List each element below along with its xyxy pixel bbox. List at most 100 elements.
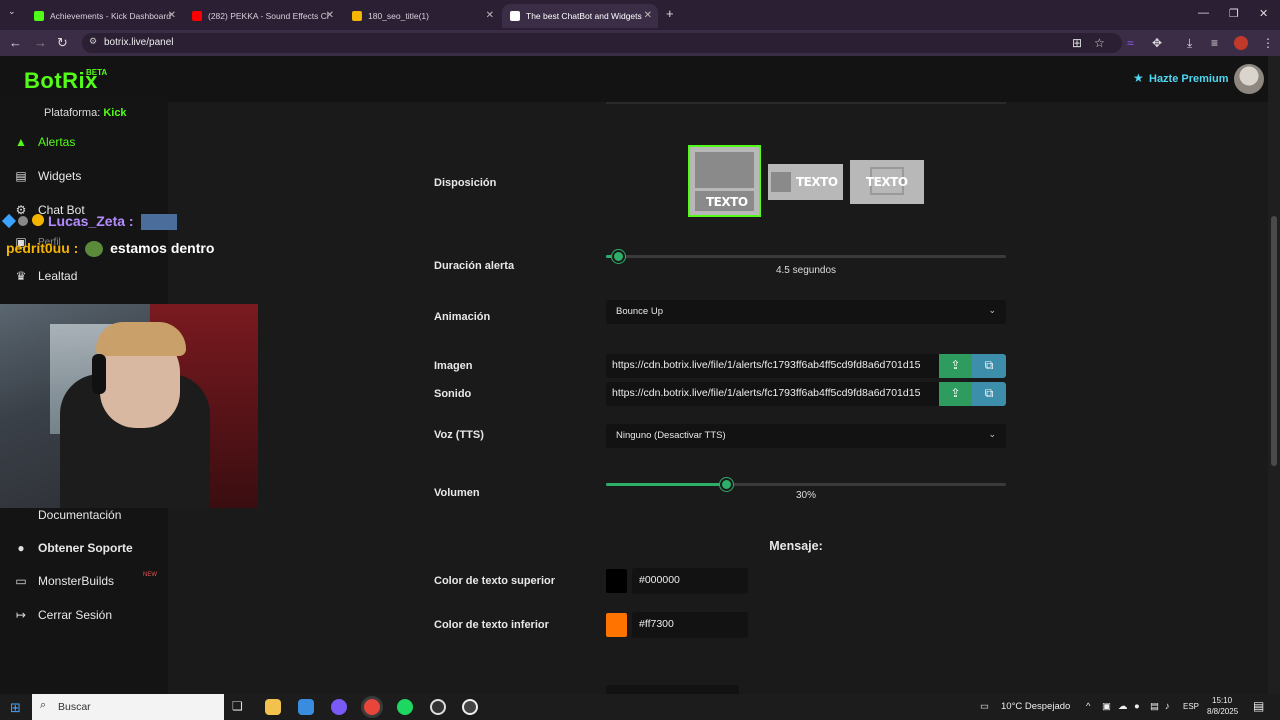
new-tab-button[interactable]: +: [666, 6, 674, 21]
duracion-label: Duración alerta: [434, 260, 515, 272]
user-avatar[interactable]: [1234, 64, 1264, 94]
obs-icon[interactable]: [430, 699, 446, 715]
discord-icon[interactable]: [331, 699, 347, 715]
gallery-icon: ⧉: [984, 386, 994, 400]
platform-value: Kick: [103, 107, 127, 119]
forward-arrow-icon[interactable]: →: [34, 35, 47, 50]
sidebar-item-label: Cerrar Sesión: [38, 608, 113, 622]
url-text: botrix.live/panel: [104, 37, 174, 48]
sonido-gallery-button[interactable]: ⧉: [972, 382, 1006, 406]
language-indicator[interactable]: ESP: [1183, 702, 1199, 711]
youtube-favicon-icon: [192, 11, 202, 21]
weather-text[interactable]: 10°C Despejado: [1001, 701, 1070, 712]
sidebar-item-alertas[interactable]: ▲ Alertas: [14, 135, 75, 149]
restore-button[interactable]: ❐: [1229, 7, 1239, 20]
chat-message: pedrit0uu : estamos dentro: [6, 240, 215, 258]
translate-icon[interactable]: ⊞: [1072, 36, 1082, 50]
tab-close-icon[interactable]: ✕: [326, 10, 334, 21]
spotify-icon[interactable]: [397, 699, 413, 715]
tab-close-icon[interactable]: ✕: [168, 10, 176, 21]
layout-option-overlay[interactable]: TEXTO: [850, 160, 924, 204]
page-scrollbar[interactable]: [1268, 56, 1280, 694]
imagen-url-input[interactable]: https://cdn.botrix.live/file/1/alerts/fc…: [606, 354, 939, 378]
menu-dots-icon[interactable]: ⋮: [1262, 36, 1274, 50]
chrome-icon[interactable]: [364, 699, 380, 715]
slider-fill: [606, 483, 726, 486]
back-arrow-icon[interactable]: ←: [9, 35, 22, 50]
color-superior-input[interactable]: #000000: [632, 568, 748, 594]
volumen-value: 30%: [795, 490, 816, 501]
animacion-select[interactable]: Bounce Up ⌄: [606, 300, 1006, 324]
notification-icon[interactable]: ▤: [1253, 699, 1264, 713]
extension-icon[interactable]: ≈: [1127, 36, 1134, 50]
sidebar-item-label: MonsterBuilds: [38, 574, 115, 588]
tray-cloud-icon[interactable]: ☁: [1118, 701, 1128, 712]
sidebar-item-cerrar-sesion[interactable]: ↦ Cerrar Sesión: [14, 608, 112, 622]
botrix-panel-page: BotRix BETA ★ Hazte Premium Plataforma: …: [0, 56, 1280, 694]
volume-icon[interactable]: ♪: [1165, 701, 1170, 712]
voz-select[interactable]: Ninguno (Desactivar TTS) ⌄: [606, 424, 1006, 448]
sidebar-item-label: Documentación: [38, 508, 122, 522]
tab-close-icon[interactable]: ✕: [644, 10, 652, 21]
windows-start-icon[interactable]: ⊞: [10, 700, 21, 716]
chat-message: Lucas_Zeta :: [1, 213, 178, 231]
tab-close-icon[interactable]: ✕: [486, 10, 494, 21]
scrollbar-thumb[interactable]: [1271, 216, 1277, 466]
sidebar-item-monsterbuilds[interactable]: ▭ MonsterBuilds: [14, 574, 114, 588]
sidebar-item-lealtad[interactable]: ♛ Lealtad: [14, 269, 78, 283]
duracion-slider[interactable]: [606, 250, 1006, 263]
imagen-gallery-button[interactable]: ⧉: [972, 354, 1006, 378]
browser-tab[interactable]: Achievements - Kick Dashboard ✕: [26, 4, 182, 28]
browser-tab[interactable]: (282) PEKKA - Sound Effects Cl ✕: [184, 4, 340, 28]
tray-app-icon[interactable]: ▣: [1102, 701, 1111, 712]
imagen-upload-button[interactable]: ⇪: [939, 354, 972, 378]
tab-list-chevron-icon[interactable]: ⌄: [8, 6, 16, 17]
image-placeholder-icon: [695, 152, 754, 188]
layout-option-side[interactable]: TEXTO: [768, 164, 843, 200]
browser-tab[interactable]: 180_seo_title(1) ✕: [344, 4, 500, 28]
media-player-icon[interactable]: [462, 699, 478, 715]
webcam-overlay: [0, 304, 258, 508]
file-explorer-icon[interactable]: [265, 699, 281, 715]
browser-tab-bar: ⌄ Achievements - Kick Dashboard ✕ (282) …: [0, 0, 1280, 30]
voz-label: Voz (TTS): [434, 429, 484, 441]
clock-time[interactable]: 15:10: [1212, 696, 1232, 705]
reload-icon[interactable]: ↻: [57, 35, 68, 51]
extensions-puzzle-icon[interactable]: ✥: [1152, 36, 1162, 50]
site-info-icon[interactable]: ⚙: [89, 36, 97, 47]
minimize-button[interactable]: —: [1198, 7, 1209, 19]
layout-option-stacked[interactable]: TEXTO: [688, 145, 761, 217]
tab-title: 180_seo_title(1): [368, 11, 429, 21]
sidebar-item-label: Widgets: [38, 169, 82, 183]
download-icon[interactable]: ⤓: [1187, 36, 1192, 51]
slider-knob[interactable]: [612, 250, 625, 263]
store-icon[interactable]: [298, 699, 314, 715]
close-window-button[interactable]: ✕: [1259, 7, 1268, 20]
sonido-url-input[interactable]: https://cdn.botrix.live/file/1/alerts/fc…: [606, 382, 939, 406]
color-superior-swatch[interactable]: [606, 569, 627, 593]
bookmark-star-icon[interactable]: ☆: [1094, 36, 1105, 50]
clock-date[interactable]: 8/8/2025: [1207, 707, 1238, 716]
windows-taskbar: ⊞ ⌕ Buscar ❏ ▭ 10°C Despejado ^ ▣ ☁ ● ▤ …: [0, 694, 1280, 720]
tray-chevron-icon[interactable]: ^: [1086, 701, 1090, 712]
profile-avatar-icon[interactable]: [1234, 36, 1248, 50]
emote-icon: [85, 241, 104, 258]
task-view-icon[interactable]: ❏: [232, 699, 248, 715]
weather-icon[interactable]: ▭: [980, 701, 989, 712]
network-icon[interactable]: ▤: [1150, 701, 1159, 712]
color-inferior-swatch[interactable]: [606, 613, 627, 637]
hazte-premium-link[interactable]: Hazte Premium: [1149, 73, 1228, 85]
reading-list-icon[interactable]: ≡: [1211, 36, 1218, 50]
sidebar-item-soporte[interactable]: ● Obtener Soporte: [14, 541, 132, 555]
taskbar-search[interactable]: ⌕ Buscar: [32, 694, 224, 720]
sonido-upload-button[interactable]: ⇪: [939, 382, 972, 406]
address-bar[interactable]: ⚙ botrix.live/panel: [82, 33, 1122, 53]
sidebar-item-widgets[interactable]: ▤ Widgets: [14, 169, 81, 183]
volumen-slider[interactable]: [606, 478, 1006, 491]
previous-field-edge: [606, 102, 1006, 104]
browser-tab-active[interactable]: The best ChatBot and Widgets ✕: [502, 4, 658, 28]
sidebar-item-documentacion[interactable]: Documentación: [14, 508, 121, 522]
microphone-icon[interactable]: ●: [1134, 701, 1140, 712]
color-inferior-input[interactable]: #ff7300: [632, 612, 748, 638]
chat-text: estamos dentro: [110, 240, 215, 256]
